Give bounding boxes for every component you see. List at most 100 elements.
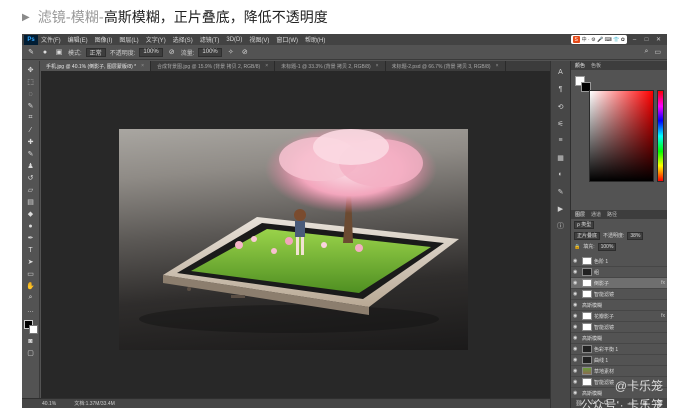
document-canvas[interactable] xyxy=(119,129,468,350)
ime-toolbar[interactable]: S 中 · ⚙ 🎤 ⌨ 👕 ✿ xyxy=(570,35,627,44)
menu-image[interactable]: 图像(I) xyxy=(95,35,113,44)
layer-row-selected[interactable]: ◉ 倒影子 fx xyxy=(571,278,667,289)
layer-opacity-field[interactable]: 38% xyxy=(627,231,644,240)
mode-select[interactable]: 正常 xyxy=(85,47,106,57)
layer-row[interactable]: ◉ 高斯模糊 xyxy=(571,300,667,311)
layer-row[interactable]: ◉ 智能滤镜 xyxy=(571,289,667,300)
eye-icon[interactable]: ◉ xyxy=(573,368,580,374)
zoom-tool-icon[interactable]: ⌕ xyxy=(25,293,37,303)
pressure-size-icon[interactable]: ⊘ xyxy=(240,47,250,57)
brush-tool-icon[interactable]: ✎ xyxy=(25,149,37,159)
dodge-tool-icon[interactable]: ● xyxy=(25,221,37,231)
brush-tool-icon[interactable]: ✎ xyxy=(26,47,36,57)
menu-edit[interactable]: 编辑(E) xyxy=(68,35,88,44)
move-tool-icon[interactable]: ✥ xyxy=(25,65,37,75)
close-icon[interactable]: × xyxy=(265,63,268,69)
lasso-tool-icon[interactable]: ◌ xyxy=(25,89,37,99)
fx-badge[interactable]: fx xyxy=(661,280,665,286)
layer-row[interactable]: ◉ 花瓣影子 fx xyxy=(571,311,667,322)
layer-row[interactable]: ◉ 色阶 1 xyxy=(571,256,667,267)
info-panel-icon[interactable]: ⓘ xyxy=(555,220,567,231)
marquee-tool-icon[interactable]: ⬚ xyxy=(25,77,37,87)
adjustments-panel-icon[interactable]: ◐ xyxy=(555,169,567,180)
layer-kind-filter[interactable]: ρ 类型 xyxy=(574,220,595,229)
minimize-icon[interactable]: – xyxy=(630,35,639,44)
layer-row[interactable]: ◉ 高斯模糊 xyxy=(571,333,667,344)
crop-tool-icon[interactable]: ⌗ xyxy=(25,113,37,123)
layer-row[interactable]: ◉ 组 xyxy=(571,267,667,278)
healing-tool-icon[interactable]: ✚ xyxy=(25,137,37,147)
eye-icon[interactable]: ◉ xyxy=(573,346,580,352)
eye-icon[interactable]: ◉ xyxy=(573,302,580,308)
swatches-panel-icon[interactable]: ▦ xyxy=(555,152,567,163)
blur-tool-icon[interactable]: ◆ xyxy=(25,209,37,219)
menu-view[interactable]: 视图(V) xyxy=(249,35,269,44)
layer-row[interactable]: ◉ 曲线 1 xyxy=(571,355,667,366)
workspace-icon[interactable]: ▭ xyxy=(654,48,661,56)
brush-size-icon[interactable]: ● xyxy=(40,47,50,57)
tab-swatches[interactable]: 色板 xyxy=(591,62,601,69)
eye-icon[interactable]: ◉ xyxy=(573,258,580,264)
tab-color[interactable]: 颜色 xyxy=(575,62,585,69)
paragraph-panel-icon[interactable]: ¶ xyxy=(555,84,567,95)
layer-row[interactable]: ◉ 色彩平衡 1 xyxy=(571,344,667,355)
color-swatches[interactable] xyxy=(23,320,38,334)
background-color[interactable] xyxy=(28,325,38,334)
hue-slider[interactable] xyxy=(657,90,664,182)
brush-panel-icon[interactable]: ▣ xyxy=(54,47,64,57)
blend-mode-select[interactable]: 正片叠底 xyxy=(574,231,601,240)
actions-panel-icon[interactable]: ▶ xyxy=(555,203,567,214)
close-icon[interactable]: × xyxy=(141,63,144,69)
fill-field[interactable]: 100% xyxy=(597,242,617,251)
quick-mask-icon[interactable]: ◙ xyxy=(25,336,37,346)
history-panel-icon[interactable]: ⟲ xyxy=(555,101,567,112)
gradient-tool-icon[interactable]: ▤ xyxy=(25,197,37,207)
tab-document-3[interactable]: 未标题-1 @ 33.3% (背景 拷贝 2, RGB/8) × xyxy=(275,61,386,71)
menu-file[interactable]: 文件(F) xyxy=(41,35,61,44)
flow-field[interactable]: 100% xyxy=(198,47,222,57)
screen-mode-icon[interactable]: ▢ xyxy=(25,348,37,358)
canvas-area[interactable] xyxy=(41,71,550,399)
stamp-tool-icon[interactable]: ♟ xyxy=(25,161,37,171)
eye-icon[interactable]: ◉ xyxy=(573,357,580,363)
eye-icon[interactable]: ◉ xyxy=(573,313,580,319)
airbrush-icon[interactable]: ✧ xyxy=(226,47,236,57)
menu-filter[interactable]: 滤镜(T) xyxy=(200,35,220,44)
menu-help[interactable]: 帮助(H) xyxy=(305,35,325,44)
close-icon[interactable]: ✕ xyxy=(654,35,663,44)
pressure-opacity-icon[interactable]: ⊘ xyxy=(167,47,177,57)
eye-icon[interactable]: ◉ xyxy=(573,269,580,275)
tab-paths[interactable]: 路径 xyxy=(607,211,617,218)
glyphs-panel-icon[interactable]: ≡ xyxy=(555,135,567,146)
menu-window[interactable]: 窗口(W) xyxy=(276,35,298,44)
tab-document-2[interactable]: 合成背景图.jpg @ 15.9% (背景 拷贝 2, RGB/8) × xyxy=(151,61,276,71)
properties-panel-icon[interactable]: ⚟ xyxy=(555,118,567,129)
pen-tool-icon[interactable]: ✒ xyxy=(25,233,37,243)
close-icon[interactable]: × xyxy=(496,63,499,69)
close-icon[interactable]: × xyxy=(376,63,379,69)
character-panel-icon[interactable]: A xyxy=(555,67,567,78)
menu-3d[interactable]: 3D(D) xyxy=(226,37,242,43)
quick-select-tool-icon[interactable]: ✎ xyxy=(25,101,37,111)
opacity-field[interactable]: 100% xyxy=(139,47,163,57)
more-tools-icon[interactable]: … xyxy=(25,305,37,315)
lock-icon[interactable]: 🔒 xyxy=(574,244,580,250)
tab-channels[interactable]: 通道 xyxy=(591,211,601,218)
eye-icon[interactable]: ◉ xyxy=(573,324,580,330)
tab-document-4[interactable]: 未标题-2.psd @ 66.7% (背景 拷贝 3, RGB/8) × xyxy=(386,61,506,71)
eye-icon[interactable]: ◉ xyxy=(573,291,580,297)
tab-document-1[interactable]: 手机.jpg @ 40.1% (倒影子, 图层蒙版/8) * × xyxy=(40,61,152,71)
eye-icon[interactable]: ◉ xyxy=(573,335,580,341)
menu-layer[interactable]: 图层(L) xyxy=(119,35,138,44)
menu-type[interactable]: 文字(Y) xyxy=(146,35,166,44)
menu-select[interactable]: 选择(S) xyxy=(173,35,193,44)
shape-tool-icon[interactable]: ▭ xyxy=(25,269,37,279)
fx-badge[interactable]: fx xyxy=(661,313,665,319)
zoom-level[interactable]: 40.1% xyxy=(42,401,56,407)
tab-layers[interactable]: 图层 xyxy=(575,211,585,218)
maximize-icon[interactable]: □ xyxy=(642,35,651,44)
color-picker-field[interactable] xyxy=(589,90,654,182)
path-select-tool-icon[interactable]: ➤ xyxy=(25,257,37,267)
search-icon[interactable]: ⌕ xyxy=(644,48,648,56)
hand-tool-icon[interactable]: ✋ xyxy=(25,281,37,291)
